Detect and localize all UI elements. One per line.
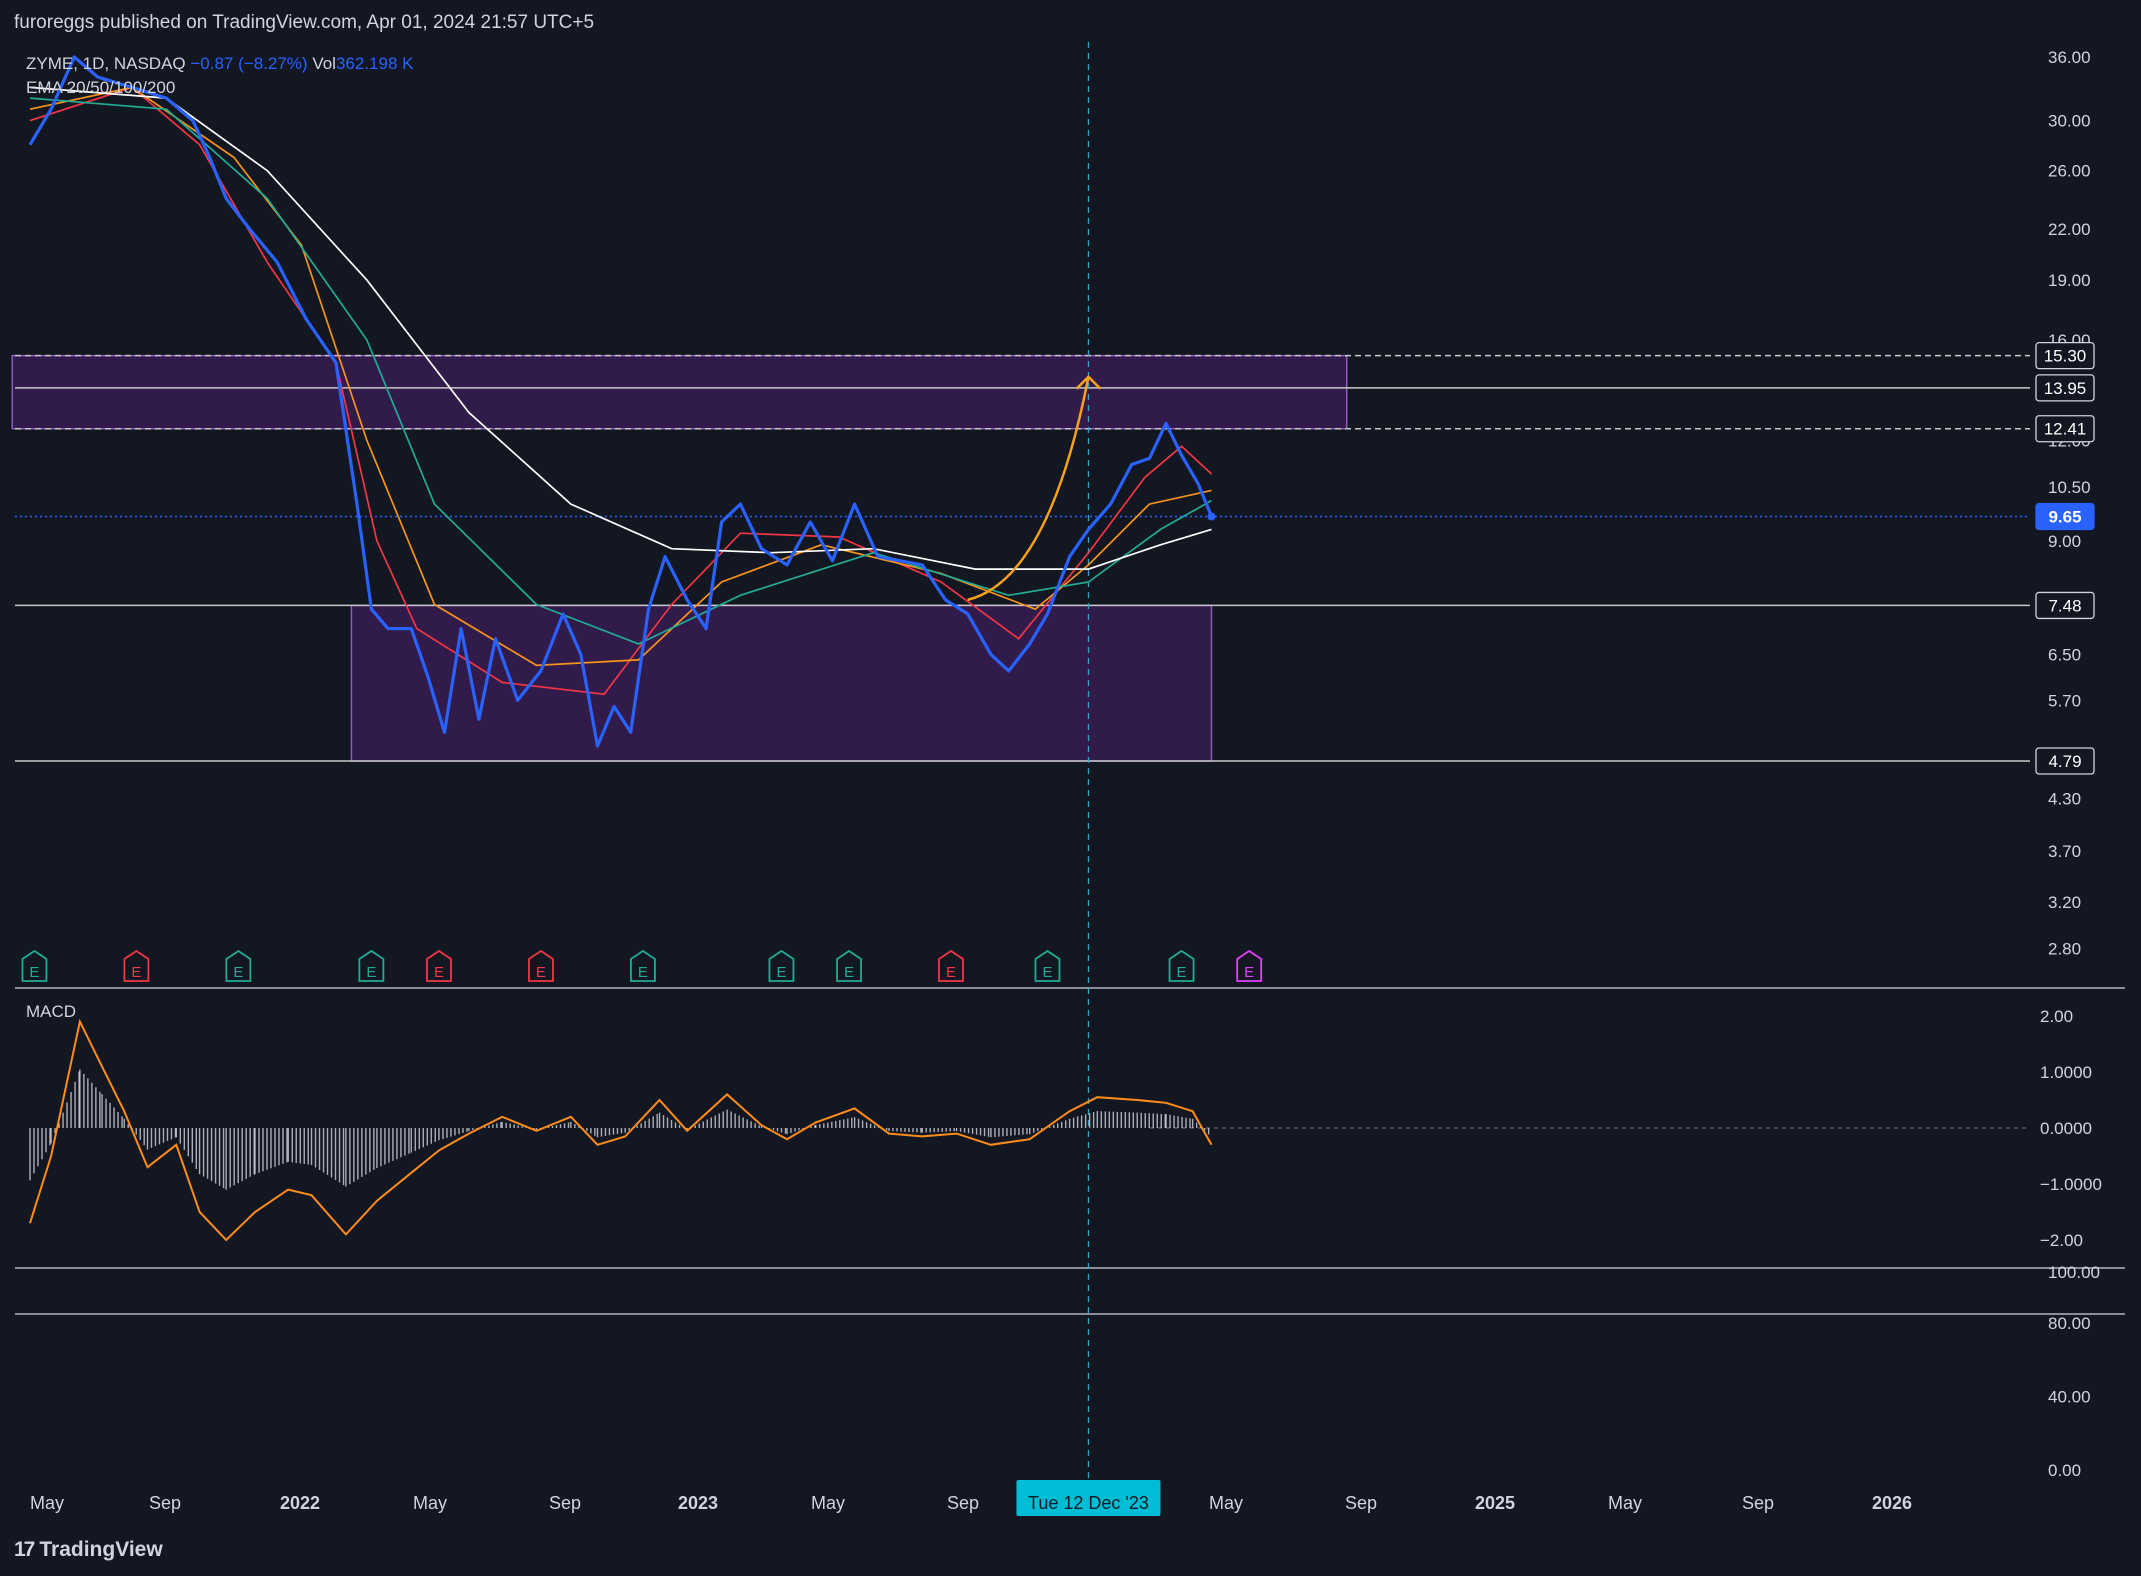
lower-pane: 100.00 80.00 40.00 0.00: [2048, 1263, 2100, 1480]
macd-tick-label: −2.00: [2040, 1231, 2083, 1250]
price-tick-label: 9.00: [2048, 532, 2081, 551]
time-axis: May Sep 2022 May Sep 2023 May Sep May Sep 2025 May S…: [30, 1480, 1912, 1516]
price-tick-label: 3.70: [2048, 842, 2081, 861]
time-tick-label: May: [811, 1493, 845, 1513]
time-tick-label: May: [30, 1493, 64, 1513]
macd-label[interactable]: MACD: [26, 1002, 76, 1022]
earnings-label: E: [131, 964, 141, 981]
level-label-text: 12.41: [2044, 420, 2087, 439]
crosshair-date-label: Tue 12 Dec '23: [1028, 1493, 1149, 1513]
legend-change: −0.87 (−8.27%): [190, 54, 308, 73]
lower-tick-label: 80.00: [2048, 1314, 2091, 1333]
macd-tick-label: 2.00: [2040, 1007, 2073, 1026]
time-tick-label: 2026: [1872, 1493, 1912, 1513]
earnings-label: E: [29, 964, 39, 981]
time-tick-label: Sep: [947, 1493, 979, 1513]
tv-logo-icon: 17: [14, 1538, 35, 1561]
lower-tick-label: 40.00: [2048, 1387, 2091, 1406]
level-label-text: 7.48: [2048, 596, 2081, 615]
price-tick-label: 19.00: [2048, 271, 2091, 290]
price-tick-label: 6.50: [2048, 645, 2081, 664]
legend-symbol[interactable]: ZYME, 1D, NASDAQ: [26, 54, 186, 73]
legend-vol-value: 362.198 K: [335, 54, 414, 73]
time-tick-label: 2023: [678, 1493, 718, 1513]
zone-range: [350, 604, 1213, 762]
chart-svg[interactable]: 36.0030.0026.0022.0019.0016.0012.0010.50…: [0, 0, 2141, 1576]
time-tick-label: Sep: [549, 1493, 581, 1513]
level-label-text: 13.95: [2044, 379, 2087, 398]
time-tick-label: Sep: [1742, 1493, 1774, 1513]
zone-resistance: [11, 354, 1348, 430]
time-tick-label: Sep: [1345, 1493, 1377, 1513]
price-tick-label: 30.00: [2048, 112, 2091, 131]
earnings-label: E: [1244, 964, 1254, 981]
price-axis: 36.0030.0026.0022.0019.0016.0012.0010.50…: [2035, 48, 2095, 958]
footer-bar: 17 TradingView: [0, 1522, 2141, 1576]
chart-legend: ZYME, 1D, NASDAQ −0.87 (−8.27%) Vol362.1…: [26, 52, 413, 100]
earnings-label: E: [536, 964, 546, 981]
macd-tick-label: −1.0000: [2040, 1175, 2102, 1194]
macd-tick-label: 0.0000: [2040, 1119, 2092, 1138]
price-tick-label: 26.00: [2048, 162, 2091, 181]
earnings-markers: EEEEEEEEEEEEE: [21, 949, 1263, 982]
price-tick-label: 3.20: [2048, 893, 2081, 912]
price-tick-label: 2.80: [2048, 939, 2081, 958]
earnings-label: E: [233, 964, 243, 981]
macd-tick-label: 1.0000: [2040, 1063, 2092, 1082]
price-tick-label: 36.00: [2048, 48, 2091, 67]
level-label-text: 4.79: [2048, 752, 2081, 771]
time-tick-label: 2022: [280, 1493, 320, 1513]
price-tick-label: 4.30: [2048, 790, 2081, 809]
time-tick-label: May: [1608, 1493, 1642, 1513]
earnings-label: E: [434, 964, 444, 981]
time-tick-label: Sep: [149, 1493, 181, 1513]
price-tick-label: 5.70: [2048, 691, 2081, 710]
lower-tick-label: 0.00: [2048, 1461, 2081, 1480]
earnings-label: E: [776, 964, 786, 981]
time-tick-label: 2025: [1475, 1493, 1515, 1513]
brand-text: TradingView: [39, 1538, 163, 1561]
earnings-label: E: [1177, 964, 1187, 981]
earnings-label: E: [946, 964, 956, 981]
legend-vol-label: Vol: [312, 54, 336, 73]
time-tick-label: May: [1209, 1493, 1243, 1513]
earnings-label: E: [1042, 964, 1052, 981]
macd-pane: 2.00 1.0000 0.0000 −1.0000 −2.00: [29, 1007, 2102, 1250]
price-tick-label: 22.00: [2048, 220, 2091, 239]
earnings-label: E: [638, 964, 648, 981]
level-label-text: 9.65: [2048, 508, 2081, 527]
lower-tick-label: 100.00: [2048, 1263, 2100, 1282]
price-last-dot: [1207, 512, 1216, 521]
earnings-label: E: [844, 964, 854, 981]
earnings-label: E: [366, 964, 376, 981]
price-tick-label: 10.50: [2048, 478, 2091, 497]
level-label-text: 15.30: [2044, 347, 2087, 366]
tradingview-logo[interactable]: 17 TradingView: [14, 1538, 163, 1562]
legend-ema[interactable]: EMA 20/50/100/200: [26, 76, 413, 100]
time-tick-label: May: [413, 1493, 447, 1513]
